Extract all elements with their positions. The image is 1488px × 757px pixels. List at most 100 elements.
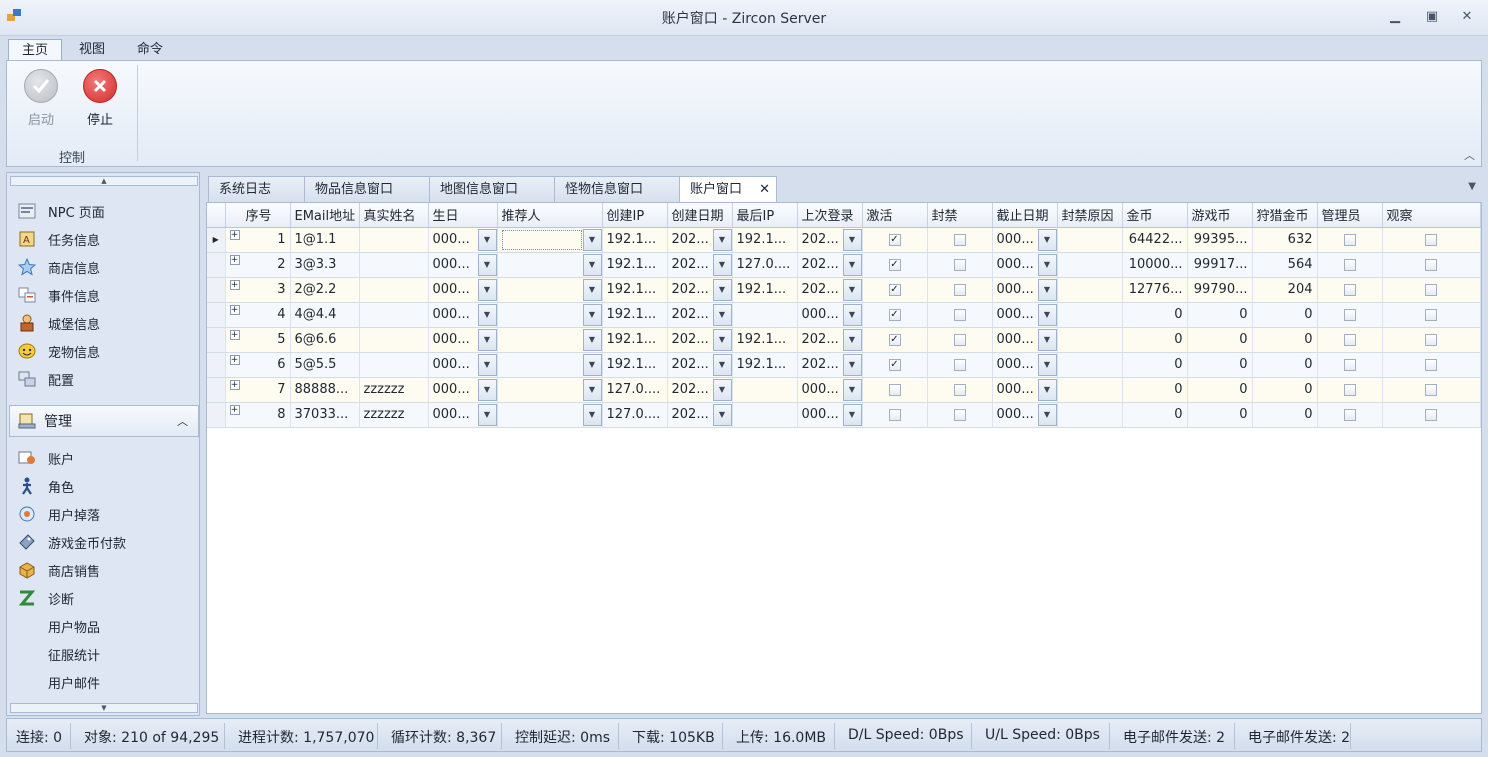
dropdown-arrow-icon[interactable]: ▼ (582, 253, 601, 276)
column-header[interactable]: 生日 (428, 203, 498, 228)
dropdown-arrow-icon[interactable]: ▼ (477, 228, 496, 251)
unchecked-checkbox[interactable] (888, 408, 901, 421)
nav-item-quest-info[interactable]: A 任务信息 (17, 228, 100, 250)
column-header[interactable]: 推荐人 (497, 203, 603, 228)
column-header[interactable]: 封禁原因 (1057, 203, 1123, 228)
cell-email[interactable]: 2@2.2 (290, 277, 360, 303)
cell-ban-reason[interactable] (1057, 327, 1123, 353)
cell-ban-reason[interactable] (1057, 402, 1123, 428)
cell-name[interactable] (359, 352, 429, 378)
tab-system-log[interactable]: 系统日志 (208, 176, 306, 203)
cell-email[interactable]: 1@1.1 (290, 227, 360, 253)
unchecked-checkbox[interactable] (1425, 233, 1437, 246)
cell-gold[interactable]: 12776... (1122, 277, 1188, 303)
column-header[interactable]: 创建日期 (667, 203, 733, 228)
dropdown-arrow-icon[interactable]: ▼ (582, 228, 601, 251)
dropdown-arrow-icon[interactable]: ▼ (582, 328, 601, 351)
cell-create-ip[interactable]: 127.0.... (602, 402, 668, 428)
unchecked-checkbox[interactable] (1343, 283, 1356, 296)
cell-create-ip[interactable]: 192.1... (602, 302, 668, 328)
unchecked-checkbox[interactable] (953, 258, 966, 271)
dropdown-arrow-icon[interactable]: ▼ (1037, 328, 1056, 351)
restore-button[interactable]: ▣ (1421, 8, 1443, 26)
row-indicator[interactable] (207, 252, 226, 278)
dropdown-arrow-icon[interactable]: ▼ (477, 278, 496, 301)
column-header[interactable]: 创建IP (602, 203, 668, 228)
cell-email[interactable]: 88888... (290, 377, 360, 403)
expand-row-icon[interactable]: + (229, 405, 240, 415)
nav-group-manage[interactable]: 管理 ︿ (9, 405, 199, 437)
checked-checkbox[interactable]: ✓ (888, 308, 901, 321)
nav-item-config[interactable]: 配置 (17, 368, 74, 390)
cell-hunt-gold[interactable]: 204 (1252, 277, 1318, 303)
cell-hunt-gold[interactable]: 564 (1252, 252, 1318, 278)
tab-account-window[interactable]: 账户窗口 ✕ (679, 176, 777, 203)
unchecked-checkbox[interactable] (1425, 308, 1437, 321)
start-button[interactable]: 启动 (17, 69, 65, 128)
unchecked-checkbox[interactable] (953, 233, 966, 246)
cell-name[interactable] (359, 252, 429, 278)
expand-row-icon[interactable]: + (229, 380, 240, 390)
cell-create-ip[interactable]: 127.0.... (602, 377, 668, 403)
cell-last-ip[interactable]: 192.1... (732, 227, 798, 253)
row-indicator[interactable]: ▶ (207, 227, 226, 253)
dropdown-arrow-icon[interactable]: ▼ (842, 228, 861, 251)
nav-item-character[interactable]: 角色 (17, 475, 74, 497)
column-header[interactable]: 激活 (862, 203, 928, 228)
checked-checkbox[interactable]: ✓ (888, 358, 901, 371)
nav-item-conquest-stats[interactable]: 征服统计 (48, 643, 100, 665)
close-tab-icon[interactable]: ✕ (759, 177, 770, 202)
nav-item-shop-sales[interactable]: 商店销售 (17, 559, 100, 581)
dropdown-arrow-icon[interactable]: ▼ (712, 328, 731, 351)
column-header[interactable]: EMail地址 (290, 203, 360, 228)
cell-hunt-gold[interactable]: 0 (1252, 377, 1318, 403)
cell-name[interactable]: zzzzzz (359, 402, 429, 428)
unchecked-checkbox[interactable] (1425, 383, 1437, 396)
column-header[interactable]: 观察 (1382, 203, 1481, 228)
dropdown-arrow-icon[interactable]: ▼ (1037, 403, 1056, 426)
cell-name[interactable] (359, 227, 429, 253)
dropdown-arrow-icon[interactable]: ▼ (712, 403, 731, 426)
table-row[interactable]: +2 3@3.3 000... ▼ ▼ 192.1... 202... ▼ 127.0.... 2… (207, 252, 1481, 278)
tab-list-dropdown-icon[interactable]: ▼ (1468, 181, 1476, 192)
expand-row-icon[interactable]: + (229, 230, 240, 240)
unchecked-checkbox[interactable] (953, 383, 966, 396)
cell-last-ip[interactable] (732, 302, 798, 328)
cell-game-gold[interactable]: 0 (1187, 302, 1253, 328)
cell-create-ip[interactable]: 192.1... (602, 227, 668, 253)
table-row[interactable]: +3 2@2.2 000... ▼ ▼ 192.1... 202... ▼ 192.1... 20… (207, 277, 1481, 303)
dropdown-arrow-icon[interactable]: ▼ (1037, 278, 1056, 301)
row-indicator[interactable] (207, 277, 226, 303)
cell-game-gold[interactable]: 99790... (1187, 277, 1253, 303)
ribbon-tab-command[interactable]: 命令 (126, 39, 174, 62)
cell-gold[interactable]: 64422... (1122, 227, 1188, 253)
cell-game-gold[interactable]: 0 (1187, 377, 1253, 403)
checked-checkbox[interactable]: ✓ (888, 258, 901, 271)
column-header[interactable]: 最后IP (732, 203, 798, 228)
unchecked-checkbox[interactable] (1343, 258, 1356, 271)
dropdown-arrow-icon[interactable]: ▼ (1037, 253, 1056, 276)
column-header[interactable]: 封禁 (927, 203, 993, 228)
dropdown-arrow-icon[interactable]: ▼ (477, 403, 496, 426)
dropdown-arrow-icon[interactable]: ▼ (1037, 378, 1056, 401)
column-header[interactable]: 序号 (225, 203, 291, 228)
cell-last-ip[interactable]: 127.0.... (732, 252, 798, 278)
row-indicator[interactable] (207, 352, 226, 378)
cell-hunt-gold[interactable]: 0 (1252, 327, 1318, 353)
unchecked-checkbox[interactable] (1343, 333, 1356, 346)
unchecked-checkbox[interactable] (1343, 358, 1356, 371)
cell-email[interactable]: 4@4.4 (290, 302, 360, 328)
nav-item-user-mail[interactable]: 用户邮件 (48, 671, 100, 693)
unchecked-checkbox[interactable] (1425, 258, 1437, 271)
unchecked-checkbox[interactable] (953, 333, 966, 346)
nav-item-gold-payment[interactable]: 游戏金币付款 (17, 531, 126, 553)
dropdown-arrow-icon[interactable]: ▼ (712, 228, 731, 251)
dropdown-arrow-icon[interactable]: ▼ (842, 303, 861, 326)
cell-hunt-gold[interactable]: 0 (1252, 302, 1318, 328)
dropdown-arrow-icon[interactable]: ▼ (712, 378, 731, 401)
table-row[interactable]: +7 88888... zzzzzz 000... ▼ ▼ 127.0.... 202... ▼… (207, 377, 1481, 403)
cell-ban-reason[interactable] (1057, 302, 1123, 328)
nav-item-shop-info[interactable]: 商店信息 (17, 256, 100, 278)
dropdown-arrow-icon[interactable]: ▼ (1037, 228, 1056, 251)
cell-last-ip[interactable]: 192.1... (732, 277, 798, 303)
